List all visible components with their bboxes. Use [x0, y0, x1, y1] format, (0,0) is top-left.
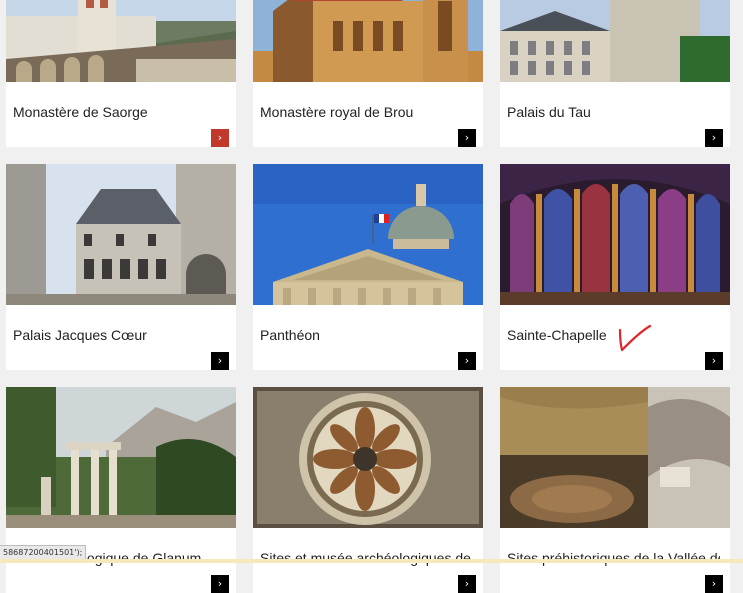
card-title[interactable]: Sites préhistoriques de la Vallée de	[507, 550, 720, 566]
sainte-chapelle-photo	[500, 164, 730, 305]
glanum-photo	[6, 387, 236, 528]
card-palais-du-tau[interactable]: Palais du Tau ›	[500, 0, 730, 147]
card-arrow-button[interactable]: ›	[705, 129, 723, 147]
mosaic-photo	[253, 387, 483, 528]
card-arrow-button[interactable]: ›	[458, 575, 476, 593]
card-title[interactable]: Panthéon	[260, 327, 473, 343]
card-arrow-button[interactable]: ›	[458, 129, 476, 147]
monastere-royal-de-brou-photo	[253, 0, 483, 82]
card-monastere-de-saorge[interactable]: Monastère de Saorge ›	[6, 0, 236, 147]
card-arrow-button[interactable]: ›	[458, 352, 476, 370]
palais-du-tau-photo	[500, 0, 730, 82]
card-title[interactable]: Palais du Tau	[507, 104, 720, 120]
card-arrow-button[interactable]: ›	[705, 575, 723, 593]
card-arrow-button[interactable]: ›	[211, 129, 229, 147]
card-arrow-button[interactable]: ›	[705, 352, 723, 370]
prehistoric-sites-photo	[500, 387, 730, 528]
card-title[interactable]: Sites et musée archéologiques de	[260, 550, 473, 566]
monastere-de-saorge-photo	[6, 0, 236, 82]
card-palais-jacques-coeur[interactable]: Palais Jacques Cœur ›	[6, 164, 236, 370]
card-title[interactable]: Monastère royal de Brou	[260, 104, 473, 120]
card-title[interactable]: Palais Jacques Cœur	[13, 327, 226, 343]
palais-jacques-coeur-photo	[6, 164, 236, 305]
pantheon-photo	[253, 164, 483, 305]
handwritten-checkmark-icon	[618, 324, 652, 352]
card-pantheon[interactable]: Panthéon ›	[253, 164, 483, 370]
card-arrow-button[interactable]: ›	[211, 575, 229, 593]
card-arrow-button[interactable]: ›	[211, 352, 229, 370]
card-title[interactable]: Monastère de Saorge	[13, 104, 226, 120]
window-bottom-edge	[0, 559, 743, 563]
card-monastere-royal-de-brou[interactable]: Monastère royal de Brou ›	[253, 0, 483, 147]
